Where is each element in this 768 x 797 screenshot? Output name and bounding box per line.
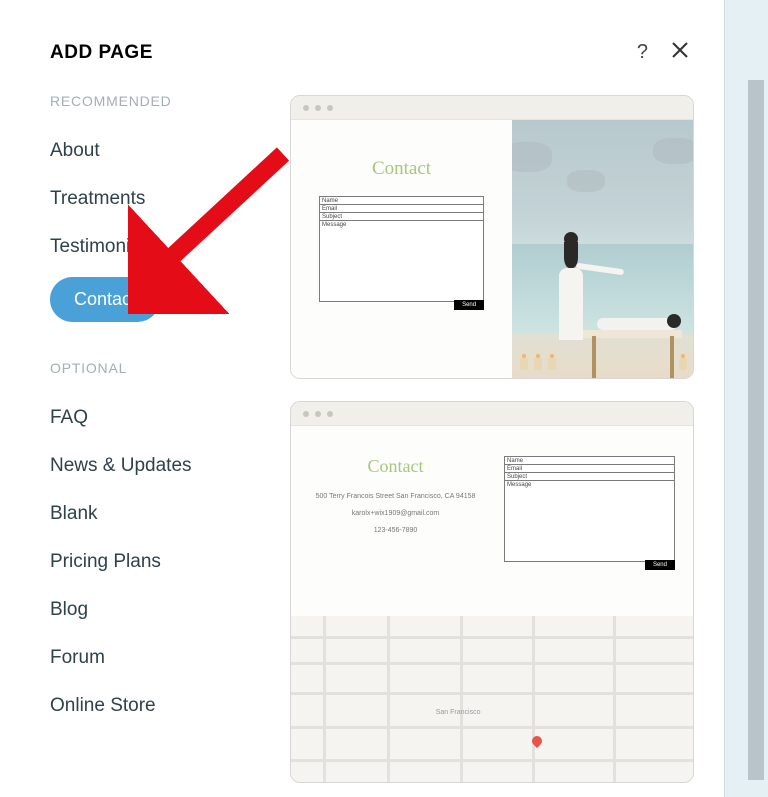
page-item-faq[interactable]: FAQ — [50, 394, 280, 442]
window-dot-icon — [315, 411, 321, 417]
preview-address: 500 Terry Francois Street San Francisco,… — [305, 493, 486, 500]
panel-content: RECOMMENDED About Treatments Testimonial… — [50, 93, 720, 783]
preview-body: Contact 500 Terry Francois Street San Fr… — [291, 426, 693, 782]
page-background-stripe — [724, 0, 768, 797]
preview-info-column: Contact 500 Terry Francois Street San Fr… — [291, 426, 500, 616]
page-item-forum[interactable]: Forum — [50, 634, 280, 682]
template-previews: Contact Name Email Subject Message Send — [290, 93, 720, 783]
preview-field-message: Message — [319, 220, 484, 302]
window-dot-icon — [315, 105, 321, 111]
close-icon[interactable] — [670, 40, 690, 65]
preview-image — [512, 120, 693, 378]
preview-form-column: Contact Name Email Subject Message Send — [291, 120, 512, 378]
section-label-optional: OPTIONAL — [50, 360, 280, 376]
page-item-treatments[interactable]: Treatments — [50, 175, 280, 223]
window-dot-icon — [303, 105, 309, 111]
panel-title: ADD PAGE — [50, 42, 153, 64]
optional-list: FAQ News & Updates Blank Pricing Plans B… — [50, 394, 280, 730]
page-item-blank[interactable]: Blank — [50, 490, 280, 538]
preview-email: karolx+wix1909@gmail.com — [305, 510, 486, 517]
recommended-list: About Treatments Testimonials Contact — [50, 127, 280, 328]
panel-header-actions: ? — [637, 40, 690, 65]
preview-heading: Contact — [372, 158, 431, 180]
scrollbar-thumb[interactable] — [748, 80, 764, 780]
page-item-news[interactable]: News & Updates — [50, 442, 280, 490]
page-item-about[interactable]: About — [50, 127, 280, 175]
panel-header: ADD PAGE ? — [50, 40, 720, 65]
template-preview-2[interactable]: Contact 500 Terry Francois Street San Fr… — [290, 401, 694, 783]
sidebar: RECOMMENDED About Treatments Testimonial… — [50, 93, 280, 783]
preview-send-button: Send — [454, 300, 484, 310]
page-item-pricing[interactable]: Pricing Plans — [50, 538, 280, 586]
window-dot-icon — [327, 105, 333, 111]
page-item-onlinestore[interactable]: Online Store — [50, 682, 280, 730]
preview-field-message: Message — [504, 480, 675, 562]
preview-form: Name Email Subject Message Send — [504, 456, 675, 570]
page-item-blog[interactable]: Blog — [50, 586, 280, 634]
page-item-testimonials[interactable]: Testimonials — [50, 223, 280, 271]
preview-map: San Francisco — [291, 616, 693, 782]
preview-window-chrome — [291, 402, 693, 426]
preview-heading: Contact — [305, 456, 486, 477]
preview-send-button: Send — [645, 560, 675, 570]
map-city-label: San Francisco — [436, 709, 481, 716]
section-label-recommended: RECOMMENDED — [50, 93, 280, 109]
preview-form: Name Email Subject Message Send — [319, 196, 484, 310]
window-dot-icon — [303, 411, 309, 417]
preview-form-column: Name Email Subject Message Send — [500, 426, 693, 616]
add-page-panel: ADD PAGE ? RECOMMENDED About Treatments … — [0, 0, 720, 797]
preview-body: Contact Name Email Subject Message Send — [291, 120, 693, 378]
preview-window-chrome — [291, 96, 693, 120]
window-dot-icon — [327, 411, 333, 417]
preview-phone: 123-456-7890 — [305, 527, 486, 534]
page-item-contact[interactable]: Contact — [50, 277, 160, 322]
template-preview-1[interactable]: Contact Name Email Subject Message Send — [290, 95, 694, 379]
preview-top-row: Contact 500 Terry Francois Street San Fr… — [291, 426, 693, 616]
help-icon[interactable]: ? — [637, 41, 648, 64]
